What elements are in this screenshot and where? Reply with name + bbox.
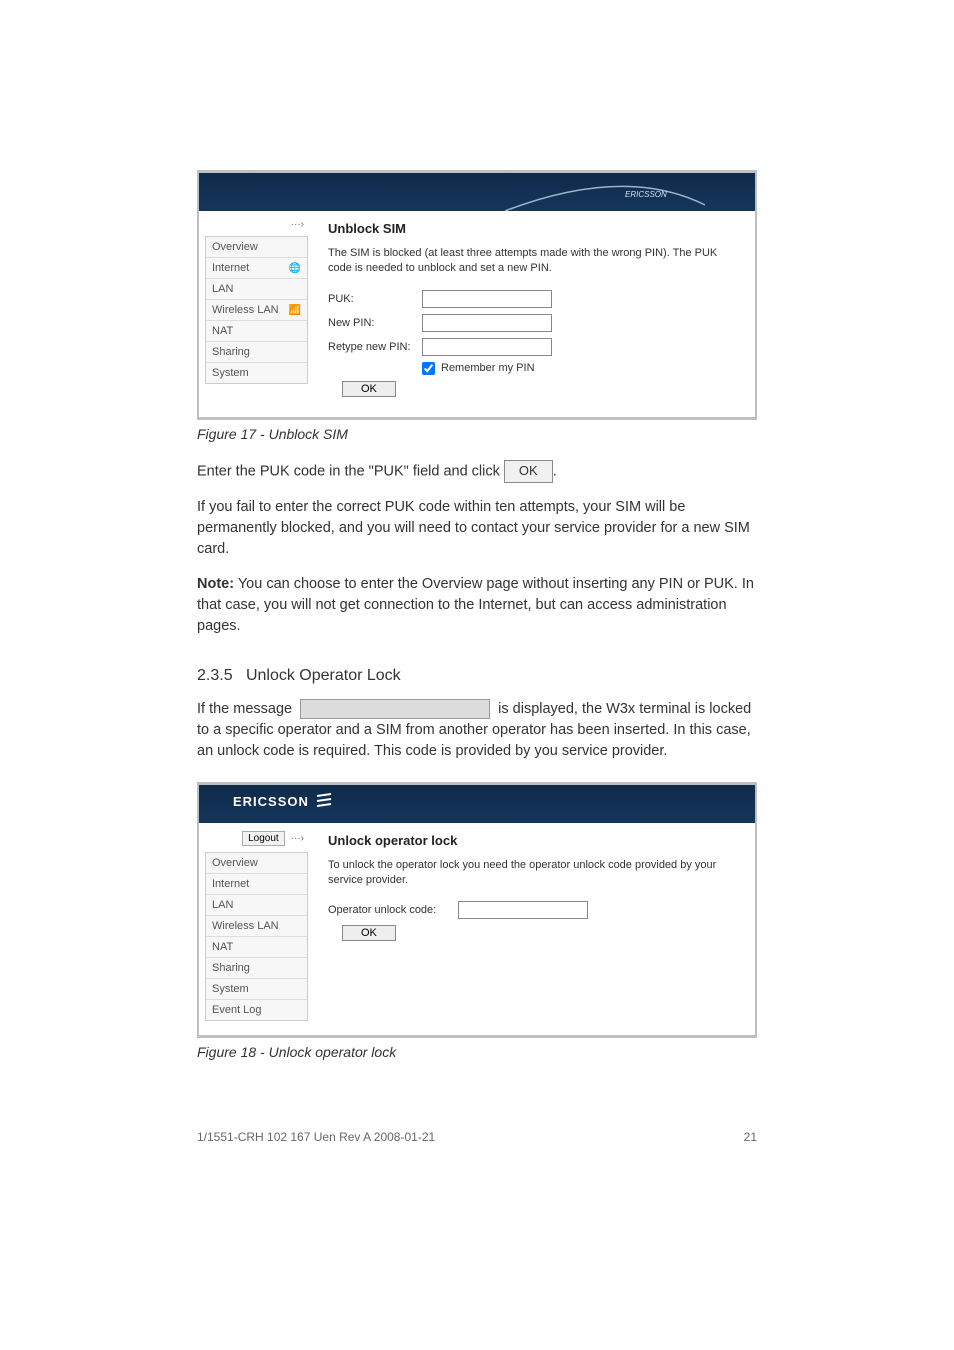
body-paragraph-2: If you fail to enter the correct PUK cod…	[197, 497, 757, 560]
sidebar-item-system[interactable]: System	[206, 362, 307, 383]
sidebar-item-label: Sharing	[212, 962, 250, 974]
main-panel: Unblock SIM The SIM is blocked (at least…	[314, 211, 755, 417]
sidebar-item-label: System	[212, 983, 249, 995]
remember-pin-label: Remember my PIN	[441, 362, 535, 374]
operator-code-input[interactable]	[458, 901, 588, 919]
remember-pin-checkbox[interactable]	[422, 362, 435, 375]
sidebar-top: ···›	[205, 219, 308, 230]
sidebar-item-sharing[interactable]: Sharing	[206, 957, 307, 978]
brand-logo: ERICSSON	[233, 793, 333, 810]
new-pin-input[interactable]	[422, 314, 552, 332]
figure-caption-18: Figure 18 - Unlock operator lock	[197, 1044, 757, 1060]
sidebar-item-lan[interactable]: LAN	[206, 894, 307, 915]
sidebar-top-2: Logout ···›	[205, 831, 308, 846]
sidebar-item-label: Sharing	[212, 346, 250, 358]
retype-pin-label: Retype new PIN:	[328, 341, 422, 353]
sidebar-item-wireless-lan[interactable]: Wireless LAN	[206, 915, 307, 936]
sidebar-item-nat[interactable]: NAT	[206, 320, 307, 341]
operator-paragraph: If the message is displayed, the W3x ter…	[197, 699, 757, 762]
page-title: Unblock SIM	[328, 221, 741, 236]
retype-pin-input[interactable]	[422, 338, 552, 356]
sidebar-item-internet[interactable]: Internet 🌐	[206, 257, 307, 278]
sidebar-2: Logout ···› Overview Internet LAN Wireless …	[199, 823, 314, 1035]
nav-list-2: Overview Internet LAN Wireless LAN NAT Sharin…	[205, 852, 308, 1021]
main-panel-2: Unlock operator lock To unlock the opera…	[314, 823, 755, 1035]
sidebar-item-nat[interactable]: NAT	[206, 936, 307, 957]
sidebar-item-event-log[interactable]: Event Log	[206, 999, 307, 1020]
brand-small: ERICSSON	[625, 190, 667, 199]
sidebar-item-label: Wireless LAN	[212, 304, 279, 316]
sidebar-item-internet[interactable]: Internet	[206, 873, 307, 894]
sidebar-item-label: LAN	[212, 899, 233, 911]
help-text: The SIM is blocked (at least three attem…	[328, 246, 741, 276]
page-title-2: Unlock operator lock	[328, 833, 741, 848]
app-header-2: ERICSSON	[199, 785, 755, 823]
footer-left: 1/1551-CRH 102 167 Uen Rev A 2008-01-21	[197, 1130, 435, 1144]
sidebar-item-label: Internet	[212, 262, 249, 274]
ok-button-2[interactable]: OK	[342, 925, 396, 941]
sidebar-item-system[interactable]: System	[206, 978, 307, 999]
sidebar-item-label: Wireless LAN	[212, 920, 279, 932]
app-window-unblock-sim: ERICSSON ···› Overview Internet 🌐 LAN Wirele…	[197, 170, 757, 420]
sidebar-item-lan[interactable]: LAN	[206, 278, 307, 299]
page-footer: 1/1551-CRH 102 167 Uen Rev A 2008-01-21 …	[197, 1130, 757, 1144]
wifi-icon: 📶	[289, 305, 301, 316]
breadcrumb-arrow-icon: ···›	[291, 219, 304, 230]
sidebar-item-overview[interactable]: Overview	[206, 237, 307, 257]
section-heading: 2.3.5 Unlock Operator Lock	[197, 667, 757, 685]
sidebar-item-sharing[interactable]: Sharing	[206, 341, 307, 362]
sidebar-item-label: LAN	[212, 283, 233, 295]
sidebar-item-label: NAT	[212, 325, 233, 337]
header-curve-graphic: ERICSSON	[505, 175, 705, 211]
footer-right: 21	[744, 1130, 757, 1144]
sidebar-item-label: Overview	[212, 857, 258, 869]
sidebar-item-label: Internet	[212, 878, 249, 890]
inline-message-box	[300, 699, 490, 719]
note-text: You can choose to enter the Overview pag…	[197, 576, 754, 634]
logout-button[interactable]: Logout	[242, 831, 285, 846]
note-label: Note:	[197, 576, 234, 592]
sidebar-item-label: Event Log	[212, 1004, 262, 1016]
inline-ok-button: OK	[504, 460, 553, 483]
sidebar-item-label: Overview	[212, 241, 258, 253]
app-window-unlock-operator: ERICSSON Logout ···› Overview Internet LAN…	[197, 782, 757, 1038]
ok-button[interactable]: OK	[342, 381, 396, 397]
ericsson-stripes-icon	[315, 793, 333, 810]
sidebar-item-label: System	[212, 367, 249, 379]
nav-list: Overview Internet 🌐 LAN Wireless LAN 📶 NAT Shar…	[205, 236, 308, 384]
sidebar-item-label: NAT	[212, 941, 233, 953]
sidebar-item-overview[interactable]: Overview	[206, 853, 307, 873]
figure-caption-17: Figure 17 - Unblock SIM	[197, 426, 757, 442]
globe-icon: 🌐	[289, 263, 301, 274]
new-pin-label: New PIN:	[328, 317, 422, 329]
app-header: ERICSSON	[199, 173, 755, 211]
note-paragraph: Note: You can choose to enter the Overvi…	[197, 574, 757, 637]
sidebar: ···› Overview Internet 🌐 LAN Wireless LAN 📶 NA…	[199, 211, 314, 417]
breadcrumb-arrow-icon: ···›	[291, 833, 304, 844]
operator-code-label: Operator unlock code:	[328, 904, 458, 916]
puk-label: PUK:	[328, 293, 422, 305]
sidebar-item-wireless-lan[interactable]: Wireless LAN 📶	[206, 299, 307, 320]
puk-input[interactable]	[422, 290, 552, 308]
body-paragraph: Enter the PUK code in the "PUK" field an…	[197, 460, 757, 483]
help-text-2: To unlock the operator lock you need the…	[328, 858, 741, 888]
